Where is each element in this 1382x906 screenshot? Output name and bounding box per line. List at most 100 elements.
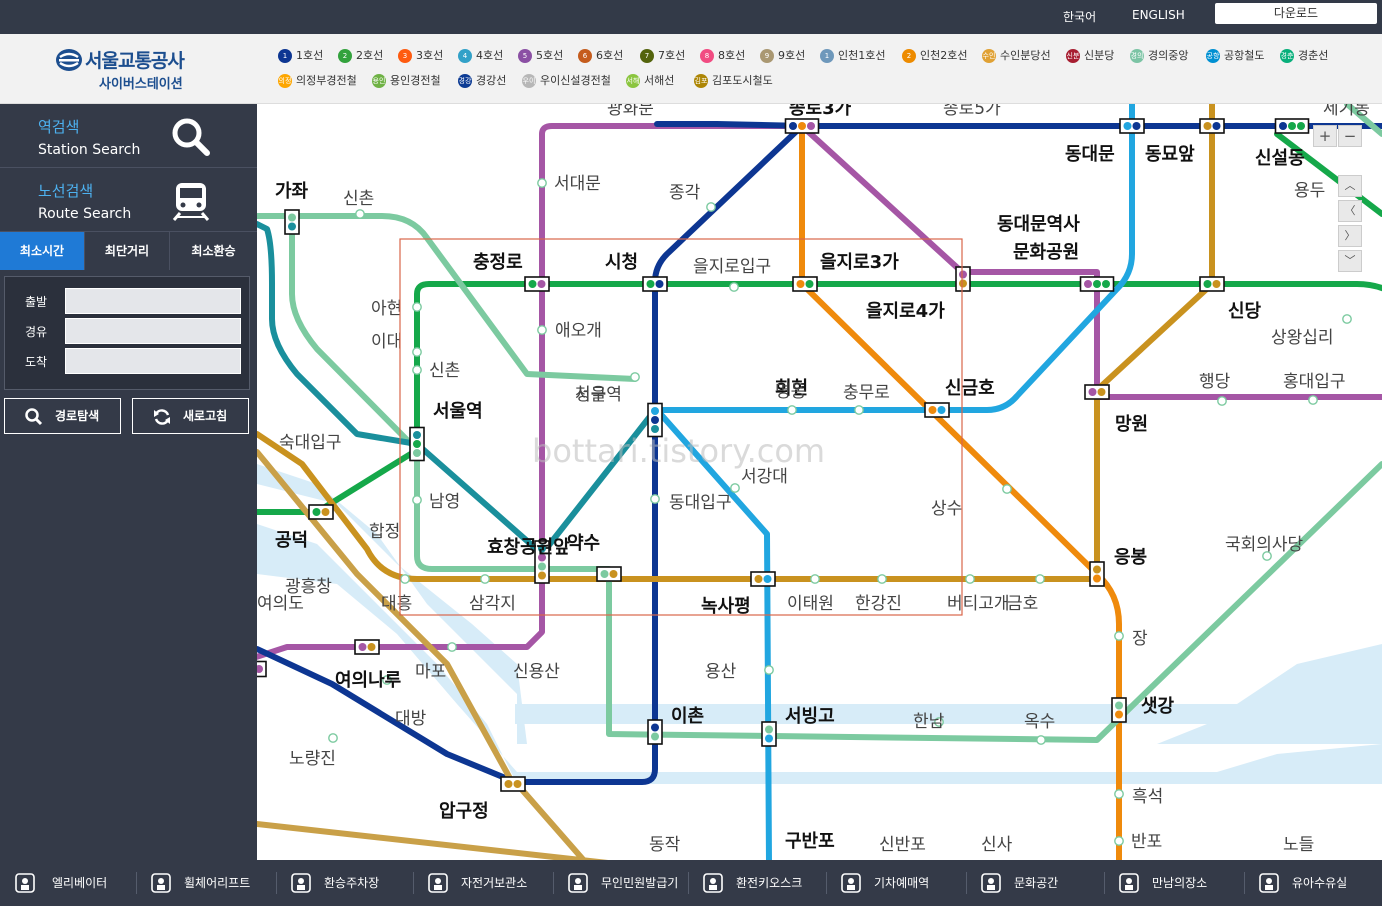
- station-label[interactable]: 구반포: [785, 831, 835, 852]
- station-label[interactable]: 상수: [931, 499, 962, 519]
- via-input[interactable]: [65, 318, 241, 344]
- transfer-station-marker[interactable]: [257, 660, 267, 678]
- transfer-station-marker[interactable]: [1199, 118, 1225, 134]
- transfer-station-marker[interactable]: [784, 118, 820, 134]
- station-label[interactable]: 한강진: [855, 594, 902, 614]
- transfer-station-marker[interactable]: [284, 209, 300, 235]
- station-label[interactable]: 동작: [649, 835, 681, 855]
- station-label[interactable]: 합정: [369, 522, 400, 542]
- station-label[interactable]: 대방: [395, 709, 427, 729]
- station-marker[interactable]: [412, 365, 422, 375]
- station-label[interactable]: 충정로: [473, 252, 523, 273]
- tab-minimum-transfer[interactable]: 최소환승: [170, 232, 257, 270]
- transfer-station-marker[interactable]: [642, 276, 668, 292]
- legend-item[interactable]: 8 8호선: [700, 48, 745, 64]
- station-marker[interactable]: [537, 325, 547, 335]
- station-label[interactable]: 신용산: [513, 662, 560, 682]
- station-search-menu[interactable]: 역검색 Station Search: [0, 104, 257, 168]
- facility-filter-item[interactable]: 무인민원발급기: [567, 860, 692, 906]
- station-label[interactable]: 신반포: [879, 835, 926, 855]
- legend-item[interactable]: 4 4호선: [458, 48, 503, 64]
- station-label[interactable]: 장: [1132, 629, 1148, 649]
- refresh-button[interactable]: 새로고침: [132, 398, 249, 434]
- transfer-station-marker[interactable]: [524, 276, 550, 292]
- station-label[interactable]: 흑석: [1132, 787, 1163, 807]
- zoom-in-button[interactable]: +: [1313, 125, 1337, 147]
- station-label[interactable]: 충무로: [843, 383, 890, 403]
- legend-item[interactable]: 용인 용인경전철: [372, 73, 441, 89]
- legend-item[interactable]: 공항 공항철도: [1206, 48, 1264, 64]
- line-9-south-path[interactable]: [257, 821, 617, 860]
- station-label[interactable]: 국회의사당: [1225, 535, 1304, 555]
- station-label[interactable]: 명동: [775, 382, 806, 402]
- station-label[interactable]: 녹사평: [701, 596, 751, 617]
- station-marker[interactable]: [537, 178, 547, 188]
- route-search-menu[interactable]: 노선검색 Route Search: [0, 168, 257, 232]
- station-label[interactable]: 을지로4가: [866, 301, 945, 322]
- facility-filter-item[interactable]: 유아수유실: [1258, 860, 1382, 906]
- station-label[interactable]: 신촌: [343, 189, 374, 209]
- facility-filter-item[interactable]: 엘리베이터: [14, 860, 139, 906]
- station-label[interactable]: 문화공원: [1013, 242, 1079, 263]
- legend-item[interactable]: 경의 경의중앙: [1130, 48, 1188, 64]
- station-label[interactable]: 서강대: [741, 467, 788, 487]
- legend-item[interactable]: 9 9호선: [760, 48, 805, 64]
- station-marker[interactable]: [650, 494, 660, 504]
- facility-filter-item[interactable]: 만남의장소: [1118, 860, 1243, 906]
- transfer-station-marker[interactable]: [1084, 384, 1110, 400]
- station-marker[interactable]: [729, 282, 739, 292]
- station-label[interactable]: 종로5가: [943, 104, 1001, 119]
- station-marker[interactable]: [1035, 574, 1045, 584]
- transfer-station-marker[interactable]: [308, 504, 334, 520]
- subway-map[interactable]: 광화문 종로3가 종로5가 동대문 동묘앞 신설동 용두 세기동 가좌 신촌 서대문 종각 동대문역사 문…: [257, 104, 1382, 860]
- transfer-station-marker[interactable]: [1079, 276, 1115, 292]
- station-label[interactable]: 세기동: [1323, 104, 1370, 119]
- station-label[interactable]: 행당: [1199, 372, 1231, 392]
- facility-filter-item[interactable]: 환전키오스크: [702, 860, 827, 906]
- legend-item[interactable]: 1 인천1호선: [820, 48, 885, 64]
- station-label[interactable]: 신금호: [945, 378, 995, 399]
- pan-down-button[interactable]: ﹀: [1338, 250, 1362, 272]
- station-label[interactable]: 한남: [913, 712, 945, 732]
- station-label[interactable]: 여의도: [257, 594, 304, 614]
- station-marker[interactable]: [810, 574, 820, 584]
- pan-left-button[interactable]: 〈: [1338, 200, 1362, 222]
- station-label[interactable]: 시청: [605, 252, 638, 273]
- station-label[interactable]: 신설동: [1255, 148, 1305, 169]
- transfer-station-marker[interactable]: [647, 719, 663, 745]
- legend-item[interactable]: 의정 의정부경전철: [278, 73, 357, 89]
- station-label[interactable]: 서대문: [554, 174, 601, 194]
- station-label[interactable]: 노들: [1283, 835, 1314, 855]
- station-label[interactable]: 청구: [575, 385, 606, 405]
- station-label[interactable]: 응봉: [1114, 547, 1147, 568]
- gyeongui-line-path[interactable]: [257, 213, 638, 382]
- tab-minimum-time[interactable]: 최소시간: [0, 232, 85, 270]
- legend-item[interactable]: 7 7호선: [640, 48, 685, 64]
- facility-filter-item[interactable]: 기차예매역: [840, 860, 965, 906]
- station-marker[interactable]: [877, 574, 887, 584]
- station-marker[interactable]: [1114, 836, 1124, 846]
- legend-item[interactable]: 2 인천2호선: [902, 48, 967, 64]
- language-korean-link[interactable]: 한국어: [1063, 8, 1096, 25]
- pan-up-button[interactable]: ︿: [1338, 175, 1362, 197]
- transfer-station-marker[interactable]: [354, 639, 380, 655]
- station-label[interactable]: 서울역: [433, 401, 483, 422]
- station-label[interactable]: 신사: [981, 835, 1013, 855]
- station-marker[interactable]: [1217, 396, 1227, 406]
- legend-item[interactable]: 경강 경강선: [458, 73, 506, 89]
- station-label[interactable]: 종각: [669, 183, 701, 203]
- line-3-path[interactable]: [799, 123, 1122, 860]
- legend-item[interactable]: 신분 신분당: [1066, 48, 1114, 64]
- station-marker[interactable]: [1114, 631, 1124, 641]
- line-1-path[interactable]: [654, 121, 1382, 129]
- station-marker[interactable]: [965, 574, 975, 584]
- station-label[interactable]: 마포: [415, 662, 446, 682]
- legend-item[interactable]: 5 5호선: [518, 48, 563, 64]
- facility-filter-item[interactable]: 자전거보관소: [427, 860, 552, 906]
- station-label[interactable]: 용두: [1294, 181, 1325, 201]
- language-english-link[interactable]: ENGLISH: [1132, 8, 1185, 22]
- station-marker[interactable]: [1036, 735, 1046, 745]
- station-label[interactable]: 공덕: [275, 530, 308, 551]
- download-button[interactable]: 다운로드: [1215, 3, 1377, 24]
- legend-item[interactable]: 3 3호선: [398, 48, 443, 64]
